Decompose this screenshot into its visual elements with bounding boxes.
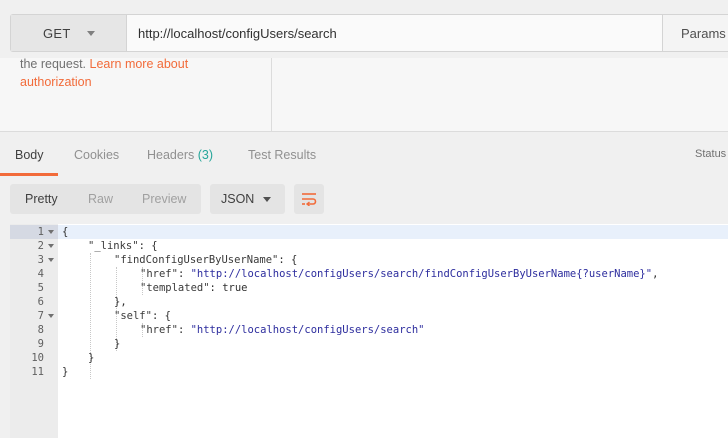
params-button[interactable]: Params [662, 15, 728, 51]
status-label: Status [695, 148, 727, 160]
view-mode-switch: Pretty Raw Preview [10, 184, 201, 214]
code-token: { [62, 226, 69, 238]
code-token: : { [278, 254, 298, 266]
code-line-8: "href": "http://localhost/configUsers/se… [140, 323, 425, 337]
code-line-3: "findConfigUserByUserName": { [114, 253, 297, 267]
code-token: } [114, 338, 121, 350]
line-number: 1 [37, 226, 44, 238]
code-key: "self" [114, 310, 152, 322]
auth-help-text: the request. Learn more about authorizat… [20, 55, 250, 91]
view-raw-button[interactable]: Raw [88, 192, 113, 206]
code-line-7: "self": { [114, 309, 171, 323]
code-key: "_links" [88, 240, 139, 252]
code-token: : true [209, 282, 248, 294]
code-token: : [177, 324, 191, 336]
method-select[interactable]: GET [11, 15, 127, 51]
code-string: "http://localhost/configUsers/search/fin… [190, 268, 653, 280]
code-line-2: "_links": { [88, 239, 158, 253]
auth-panel: the request. Learn more about authorizat… [0, 55, 728, 132]
tab-test-results[interactable]: Test Results [248, 148, 316, 162]
line-number: 11 [31, 366, 44, 378]
auth-description-pane: the request. Learn more about authorizat… [0, 55, 272, 132]
response-body-editor[interactable]: 1 2 3 4 5 6 7 8 9 10 11 { "_links": { "f… [10, 224, 728, 438]
format-label: JSON [221, 192, 255, 206]
code-line-4: "href": "http://localhost/configUsers/se… [140, 267, 658, 281]
code-token: : { [138, 240, 158, 252]
code-line-11: } [62, 365, 68, 379]
line-number: 8 [37, 324, 44, 336]
tab-headers[interactable]: Headers (3) [147, 148, 213, 162]
line-number: 6 [37, 296, 44, 308]
code-key: "href" [140, 268, 178, 280]
tab-headers-label: Headers [147, 148, 195, 162]
chevron-down-icon [263, 197, 271, 202]
fold-toggle-icon[interactable] [48, 258, 54, 262]
format-select[interactable]: JSON [210, 184, 285, 214]
line-number: 9 [37, 338, 44, 350]
code-line-9: } [114, 337, 120, 351]
request-bar: GET http://localhost/configUsers/search … [10, 14, 728, 52]
tab-cookies[interactable]: Cookies [74, 148, 119, 162]
line-number: 5 [37, 282, 44, 294]
line-number: 4 [37, 268, 44, 280]
code-token: } [62, 366, 69, 378]
code-token: : [177, 268, 191, 280]
active-line-highlight [58, 225, 728, 239]
auth-help-prefix: the request. [20, 57, 87, 71]
code-key: "findConfigUserByUserName" [114, 254, 279, 266]
code-line-1: { [62, 225, 68, 239]
code-token: }, [114, 296, 127, 308]
view-pretty-button[interactable]: Pretty [25, 192, 58, 206]
wrap-lines-icon [302, 193, 317, 206]
code-string: "http://localhost/configUsers/search" [190, 324, 425, 336]
tab-body[interactable]: Body [15, 148, 44, 162]
line-number: 7 [37, 310, 44, 322]
code-token: } [88, 352, 95, 364]
response-toolbar: Pretty Raw Preview JSON [0, 184, 728, 216]
method-label: GET [43, 25, 71, 41]
line-number: 10 [31, 352, 44, 364]
url-value: http://localhost/configUsers/search [138, 25, 337, 41]
headers-count-badge: (3) [197, 148, 214, 162]
code-token: : { [151, 310, 171, 322]
code-key: "href" [140, 324, 178, 336]
code-token: , [652, 268, 659, 280]
fold-toggle-icon[interactable] [48, 230, 54, 234]
active-tab-indicator [0, 173, 58, 176]
code-line-5: "templated": true [140, 281, 247, 295]
response-tabs: Body Cookies Headers (3) Test Results St… [0, 136, 728, 176]
url-input[interactable]: http://localhost/configUsers/search [127, 15, 662, 51]
learn-more-link[interactable]: Learn more about [90, 57, 189, 71]
authorization-link[interactable]: authorization [20, 75, 92, 89]
line-number: 2 [37, 240, 44, 252]
line-number: 3 [37, 254, 44, 266]
code-line-10: } [88, 351, 94, 365]
wrap-lines-button[interactable] [294, 184, 324, 214]
view-preview-button[interactable]: Preview [142, 192, 186, 206]
code-key: "templated" [140, 282, 210, 294]
chevron-down-icon [86, 30, 95, 36]
fold-toggle-icon[interactable] [48, 314, 54, 318]
fold-toggle-icon[interactable] [48, 244, 54, 248]
code-line-6: }, [114, 295, 127, 309]
